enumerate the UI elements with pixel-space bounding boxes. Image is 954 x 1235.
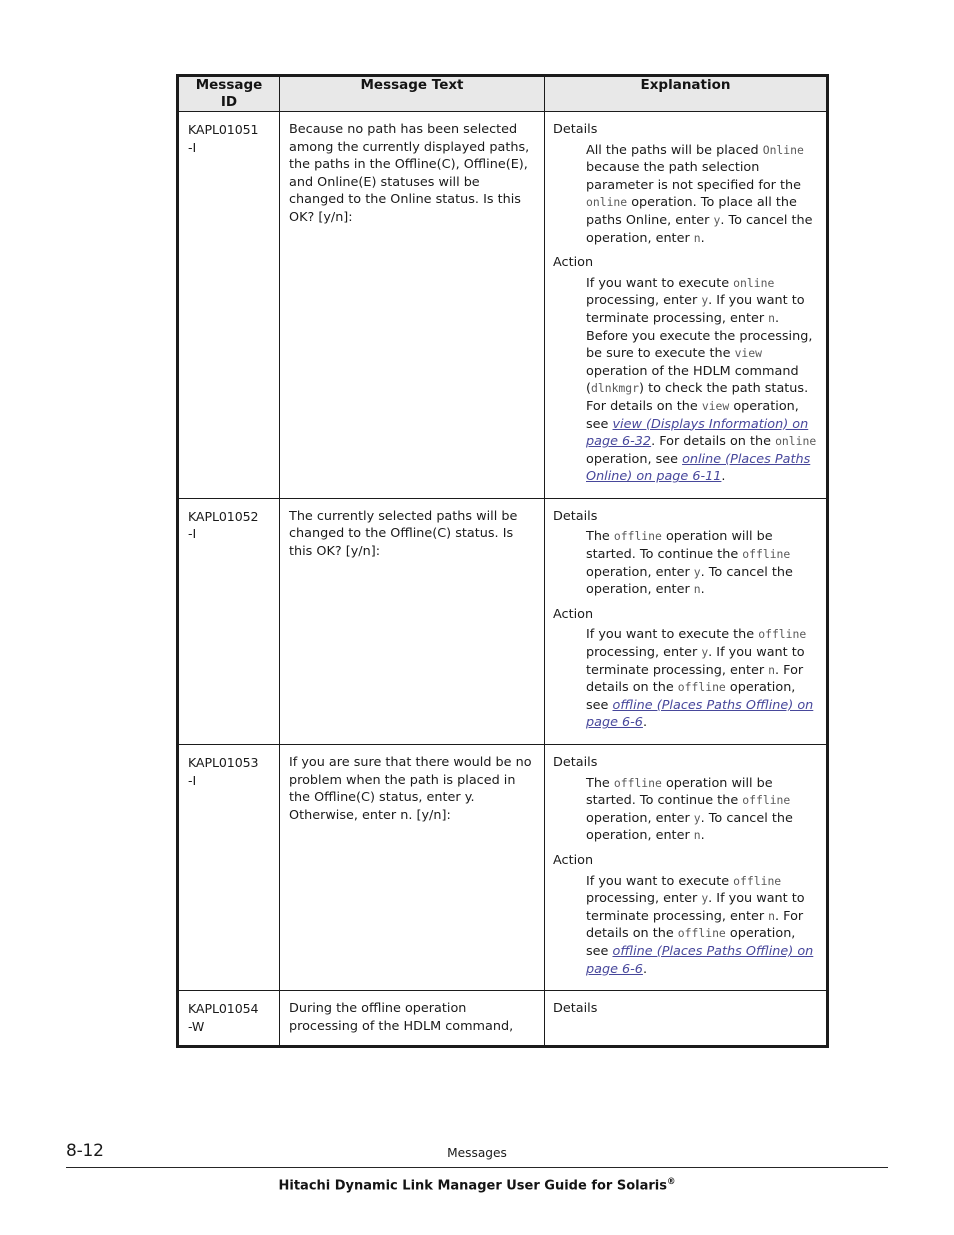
column-header-explanation: Explanation	[544, 75, 828, 112]
footer-top-line: 8-12 Messages	[66, 1141, 888, 1167]
table-header-row: Message ID Message Text Explanation	[177, 75, 828, 112]
message-id-cell: KAPL01051 -I	[177, 111, 280, 499]
inline-code: y	[701, 891, 709, 906]
inline-code: n	[768, 908, 776, 923]
message-id-line1: KAPL01052	[188, 508, 259, 524]
table-row: KAPL01054 -W During the offline operation …	[177, 990, 828, 1048]
inline-code: online	[775, 434, 817, 449]
message-id-cell: KAPL01053 -I	[177, 743, 280, 992]
action-paragraph: If you want to execute online processing…	[586, 275, 817, 485]
details-paragraph: All the paths will be placed Online beca…	[586, 142, 813, 246]
message-reference-table: Message ID Message Text Explanation KAPL…	[176, 74, 829, 1049]
document-page: Message ID Message Text Explanation KAPL…	[0, 0, 954, 1235]
inline-code: offline	[677, 926, 726, 941]
explanation-cell: Details The offline operation will be sta…	[544, 743, 828, 992]
message-id-line1: KAPL01054	[188, 1001, 259, 1017]
footer-divider	[66, 1167, 888, 1168]
message-text-cell: The currently selected paths will be cha…	[279, 497, 545, 746]
inline-code: offline	[733, 873, 782, 888]
details-label: Details	[553, 508, 598, 524]
inline-code: y	[701, 645, 709, 660]
message-id-line2: -W	[188, 1018, 205, 1034]
table-row: KAPL01053 -I If you are sure that there wo…	[177, 743, 828, 992]
inline-code: online	[733, 275, 775, 290]
explanation-cell: Details All the paths will be placed Onli…	[544, 111, 828, 499]
table-row: KAPL01052 -I The currently selected paths …	[177, 497, 828, 746]
inline-code: view	[734, 346, 762, 361]
message-id-line1: KAPL01053	[188, 755, 259, 770]
details-label: Details	[553, 755, 598, 770]
inline-code: offline	[613, 529, 662, 544]
explanation-cell: Details The offline operation will be sta…	[544, 497, 828, 746]
inline-code: n	[693, 828, 701, 843]
inline-code: n	[768, 310, 776, 325]
inline-code: dlnkmgr	[591, 381, 640, 396]
details-label: Details	[553, 122, 598, 137]
cross-reference-link[interactable]: offline (Places Paths Offline) on page 6…	[586, 698, 813, 731]
message-id-line1: KAPL01051	[188, 122, 259, 137]
details-paragraph: The offline operation will be started. T…	[586, 775, 793, 844]
registered-trademark-icon: ®	[666, 1177, 676, 1187]
inline-code: y	[713, 212, 721, 227]
message-text-cell: If you are sure that there would be no p…	[279, 743, 545, 992]
cross-reference-link[interactable]: online (Places Paths Online) on page 6-1…	[586, 452, 810, 485]
action-paragraph: If you want to execute the offline proce…	[586, 627, 814, 731]
message-id-line2: -I	[188, 139, 197, 155]
inline-code: Online	[762, 142, 804, 157]
table-header: Message ID Message Text Explanation	[177, 75, 828, 112]
running-head: Messages	[447, 1146, 507, 1160]
inline-code: n	[768, 662, 776, 677]
inline-code: offline	[742, 547, 791, 562]
column-header-message-id: Message ID	[177, 75, 280, 112]
action-paragraph: If you want to execute offline processin…	[586, 873, 814, 977]
book-title-text: Hitachi Dynamic Link Manager User Guide …	[278, 1178, 667, 1194]
action-label: Action	[553, 255, 594, 271]
inline-code: offline	[677, 680, 726, 695]
table-body: KAPL01051 -I Because no path has been sele…	[177, 111, 828, 1048]
book-title: Hitachi Dynamic Link Manager User Guide …	[66, 1177, 888, 1193]
message-text-cell: Because no path has been selected among …	[279, 111, 545, 499]
inline-code: n	[693, 230, 701, 245]
action-label: Action	[553, 852, 594, 868]
column-header-message-id-line2: ID	[220, 94, 238, 110]
message-id-cell: KAPL01054 -W	[177, 990, 280, 1048]
inline-code: y	[701, 293, 709, 308]
inline-code: offline	[613, 775, 662, 790]
table-row: KAPL01051 -I Because no path has been sele…	[177, 111, 828, 499]
page-footer: 8-12 Messages Hitachi Dynamic Link Manag…	[66, 1141, 888, 1193]
inline-code: offline	[742, 793, 791, 808]
message-text-cell: During the offline operation processing …	[279, 990, 545, 1048]
inline-code: view	[701, 398, 730, 413]
column-header-message-id-line1: Message	[195, 77, 263, 93]
action-label: Action	[553, 606, 594, 622]
column-header-message-text: Message Text	[279, 75, 545, 112]
message-id-line2: -I	[188, 526, 197, 542]
inline-code: y	[693, 564, 701, 579]
message-id-cell: KAPL01052 -I	[177, 497, 280, 746]
details-paragraph: The offline operation will be started. T…	[586, 529, 793, 598]
inline-code: offline	[758, 627, 807, 642]
message-id-line2: -I	[188, 772, 197, 788]
explanation-cell: Details	[544, 990, 828, 1048]
inline-code: online	[586, 195, 628, 210]
inline-code: n	[693, 582, 701, 597]
inline-code: y	[693, 810, 701, 825]
cross-reference-link[interactable]: offline (Places Paths Offline) on page 6…	[586, 944, 813, 977]
details-label: Details	[553, 1001, 598, 1017]
